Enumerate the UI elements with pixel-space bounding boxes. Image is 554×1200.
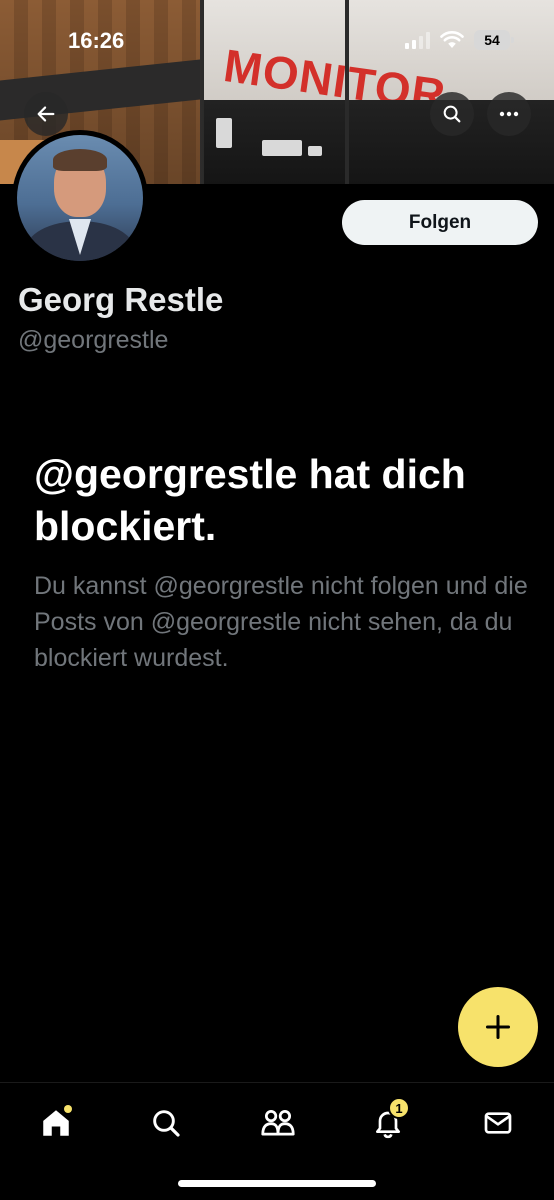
nav-messages[interactable] [476, 1101, 520, 1145]
blocked-title: @georgrestle hat dich blockiert. [34, 451, 466, 549]
wifi-icon [440, 31, 464, 48]
more-horizontal-icon [499, 111, 519, 117]
display-name: Georg Restle [18, 281, 224, 318]
profile-handle: @georgrestle [18, 326, 169, 354]
nav-search[interactable] [144, 1101, 188, 1145]
avatar-photo [17, 135, 143, 261]
arrow-left-icon [37, 106, 55, 122]
battery-icon: 54 [474, 30, 514, 50]
new-content-dot [64, 1105, 72, 1113]
profile-avatar[interactable] [12, 130, 148, 266]
home-indicator[interactable] [178, 1180, 376, 1187]
mail-icon [484, 1112, 512, 1134]
notification-badge: 1 [388, 1097, 410, 1119]
more-button[interactable] [487, 92, 531, 136]
blocked-description: Du kannst @georgrestle nicht folgen und … [34, 572, 528, 672]
status-time: 16:26 [68, 28, 125, 53]
search-button[interactable] [430, 92, 474, 136]
people-icon [261, 1109, 295, 1136]
plus-icon [485, 1014, 511, 1040]
search-icon [153, 1110, 180, 1137]
banner-seam [345, 0, 349, 184]
compose-post-button[interactable] [458, 987, 538, 1067]
nav-notifications[interactable]: 1 [366, 1097, 410, 1145]
status-indicators: 54 [405, 30, 514, 50]
nav-communities[interactable] [256, 1101, 300, 1145]
cellular-signal-icon [405, 31, 430, 49]
profile-screen: MONITOR 16:26 54 Folgen Georg Restle @ge… [0, 0, 554, 1200]
search-icon [443, 105, 461, 123]
follow-button[interactable]: Folgen [342, 200, 538, 245]
nav-home[interactable] [34, 1101, 78, 1145]
back-button[interactable] [24, 92, 68, 136]
